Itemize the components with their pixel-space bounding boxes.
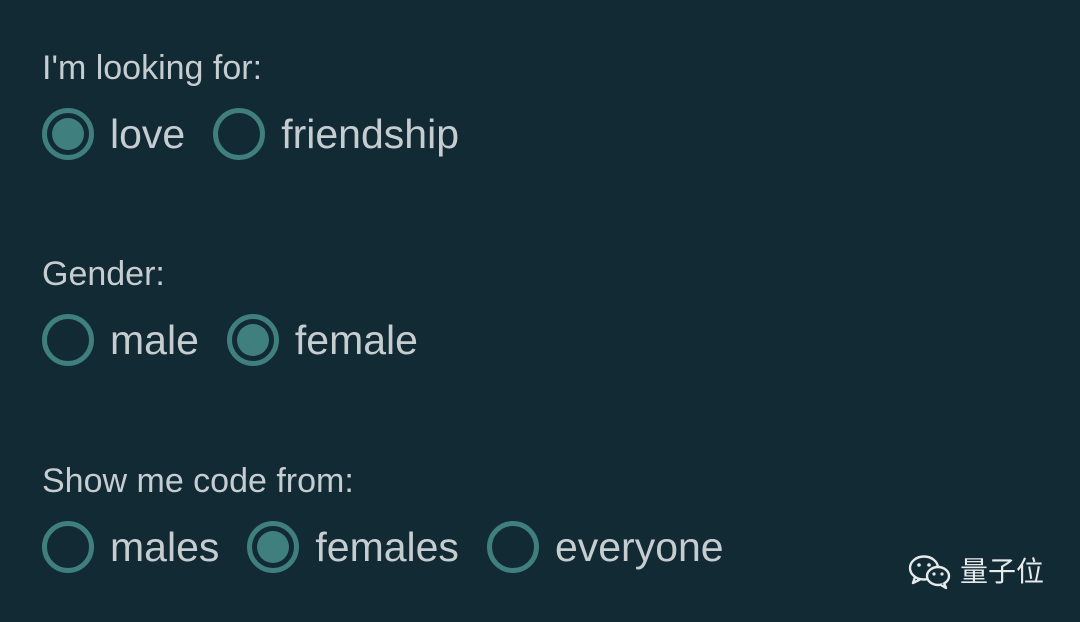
show-code-label: Show me code from: [42, 462, 354, 500]
option-everyone-label: everyone [554, 524, 724, 570]
radio-friendship[interactable] [213, 108, 266, 160]
radio-love[interactable] [42, 108, 94, 160]
option-friendship[interactable]: friendship [213, 108, 459, 160]
looking-for-label: I'm looking for: [42, 49, 263, 87]
option-males[interactable]: males [42, 521, 219, 573]
option-males-label: males [110, 524, 220, 570]
option-everyone[interactable]: everyone [486, 521, 724, 573]
radio-dot-icon [236, 324, 269, 356]
gender-label: Gender: [42, 255, 165, 293]
option-female[interactable]: female [226, 314, 418, 366]
gender-options: male female [42, 314, 446, 366]
option-friendship-label: friendship [281, 111, 459, 157]
option-females-label: females [315, 524, 459, 570]
option-male-label: male [110, 317, 199, 363]
looking-for-options: love friendship [42, 108, 487, 160]
radio-males[interactable] [42, 521, 94, 573]
watermark: 量子位 [908, 554, 1044, 590]
radio-everyone[interactable] [486, 521, 539, 573]
show-code-options: males females everyone [42, 521, 752, 573]
looking-for-group: I'm looking for: love friendship [42, 48, 487, 160]
radio-dot-icon [257, 531, 290, 563]
gender-group: Gender: male female [42, 254, 446, 366]
radio-females[interactable] [247, 521, 300, 573]
option-females[interactable]: females [247, 521, 459, 573]
wechat-icon [908, 555, 951, 590]
option-love[interactable]: love [42, 108, 185, 160]
radio-female[interactable] [226, 314, 279, 366]
radio-male[interactable] [42, 314, 94, 366]
radio-dot-icon [52, 118, 84, 150]
option-male[interactable]: male [42, 314, 199, 366]
option-love-label: love [110, 111, 186, 157]
show-code-group: Show me code from: males females everyon… [42, 461, 752, 573]
option-female-label: female [294, 317, 418, 363]
watermark-text: 量子位 [959, 556, 1044, 587]
